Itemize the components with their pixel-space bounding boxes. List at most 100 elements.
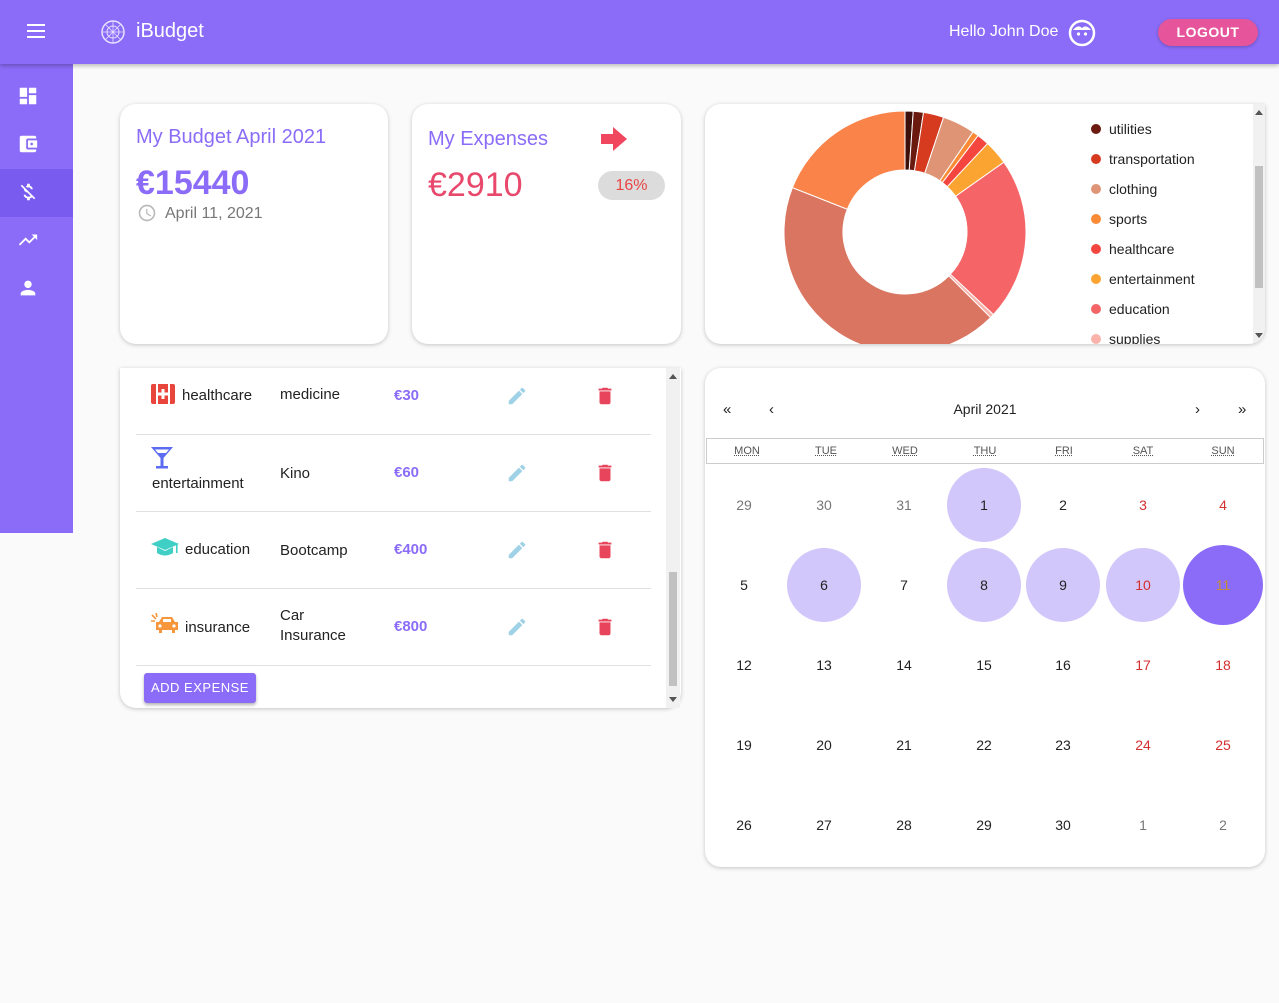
calendar-day[interactable]: 8 [947,548,1021,622]
next-year-button[interactable]: » [1238,401,1246,418]
expenses-percent-badge: 16% [598,171,665,200]
legend-scrollbar[interactable] [1253,104,1265,344]
weekday-header: MON TUE WED THU FRI SAT SUN [706,438,1264,464]
wallet-icon [19,135,38,153]
clock-icon [138,204,156,222]
legend-label: entertainment [1109,271,1195,287]
calendar-day[interactable]: 20 [787,708,861,782]
legend-item-utilities[interactable]: utilities [1091,114,1195,144]
calendar-day[interactable]: 7 [867,548,941,622]
trending-up-icon [18,234,38,246]
calendar-day[interactable]: 29 [707,468,781,542]
calendar-day[interactable]: 15 [947,628,1021,702]
scrollbar-thumb[interactable] [1255,166,1263,288]
legend-swatch [1091,214,1101,224]
calendar-day[interactable]: 28 [867,788,941,862]
calendar-day[interactable]: 3 [1106,468,1180,542]
legend-swatch [1091,304,1101,314]
calendar-day[interactable]: 11 [1183,545,1263,625]
calendar-day[interactable]: 17 [1106,628,1180,702]
scroll-up-icon[interactable] [1255,110,1263,115]
legend-item-supplies[interactable]: supplies [1091,324,1195,344]
calendar-day[interactable]: 5 [707,548,781,622]
weekday-label: FRI [1055,445,1073,457]
pie-slice-segment-10[interactable] [791,110,906,210]
calendar-day[interactable]: 14 [867,628,941,702]
nav-dashboard[interactable] [0,73,73,121]
calendar-day[interactable]: 26 [707,788,781,862]
edit-icon[interactable] [506,616,528,638]
calendar-day[interactable]: 9 [1026,548,1100,622]
add-expense-button[interactable]: ADD EXPENSE [144,673,256,703]
user-avatar-icon[interactable] [1068,19,1096,47]
calendar-day[interactable]: 12 [707,628,781,702]
prev-year-button[interactable]: « [723,401,731,418]
calendar-day[interactable]: 23 [1026,708,1100,782]
nav-profile[interactable] [0,265,73,313]
calendar-month-title[interactable]: April 2021 [705,401,1265,417]
edit-icon[interactable] [506,462,528,484]
calendar-day[interactable]: 10 [1106,548,1180,622]
weekday-label: WED [892,445,918,457]
delete-icon[interactable] [594,539,616,561]
scroll-down-icon[interactable] [669,697,677,702]
calendar-day[interactable]: 22 [947,708,1021,782]
calendar-day[interactable]: 4 [1186,468,1260,542]
expense-list-card: healthcare medicine €30 entertainment Ki… [120,368,681,708]
scrollbar-thumb[interactable] [669,572,677,686]
legend-item-clothing[interactable]: clothing [1091,174,1195,204]
legend-item-education[interactable]: education [1091,294,1195,324]
expense-amount: €60 [394,464,420,481]
nav-trends[interactable] [0,217,73,265]
weekday-label: THU [973,445,997,457]
calendar-day[interactable]: 21 [867,708,941,782]
nav-expenses[interactable] [0,169,73,217]
calendar-day[interactable]: 6 [787,548,861,622]
legend-item-transportation[interactable]: transportation [1091,144,1195,174]
donut-chart [783,110,1027,344]
calendar-day[interactable]: 19 [707,708,781,782]
calendar-day[interactable]: 13 [787,628,861,702]
calendar-day[interactable]: 31 [867,468,941,542]
menu-icon[interactable] [24,20,48,44]
calendar-day[interactable]: 18 [1186,628,1260,702]
calendar-day[interactable]: 30 [787,468,861,542]
edit-icon[interactable] [506,385,528,407]
logout-button[interactable]: LOGOUT [1158,19,1258,46]
calendar-day[interactable]: 29 [947,788,1021,862]
delete-icon[interactable] [594,385,616,407]
edit-icon[interactable] [506,539,528,561]
arrow-right-icon[interactable] [600,126,628,152]
prev-month-button[interactable]: ‹ [769,401,774,418]
calendar-day[interactable]: 27 [787,788,861,862]
legend-item-healthcare[interactable]: healthcare [1091,234,1195,264]
money-off-icon [20,183,36,201]
next-month-button[interactable]: › [1195,401,1200,418]
cocktail-icon [151,447,173,469]
calendar-day[interactable]: 2 [1186,788,1260,862]
scroll-up-icon[interactable] [669,374,677,379]
calendar-day[interactable]: 30 [1026,788,1100,862]
calendar-day[interactable]: 2 [1026,468,1100,542]
delete-icon[interactable] [594,462,616,484]
weekday-label: MON [734,445,760,457]
expense-category: entertainment [152,475,244,492]
legend-label: transportation [1109,151,1195,167]
expense-description: Bootcamp [280,542,348,559]
calendar-day[interactable]: 25 [1186,708,1260,782]
person-icon [20,280,36,296]
weekday-label: SAT [1132,445,1154,457]
expense-row: insurance Car Insurance €800 [136,589,651,666]
legend-item-sports[interactable]: sports [1091,204,1195,234]
calendar-day[interactable]: 24 [1106,708,1180,782]
expense-description: Car Insurance [280,607,346,644]
legend-item-entertainment[interactable]: entertainment [1091,264,1195,294]
delete-icon[interactable] [594,616,616,638]
calendar-day[interactable]: 1 [947,468,1021,542]
nav-wallet[interactable] [0,121,73,169]
expense-list-scrollbar[interactable] [666,368,680,708]
scroll-down-icon[interactable] [1255,333,1263,338]
calendar-day[interactable]: 1 [1106,788,1180,862]
calendar-day[interactable]: 16 [1026,628,1100,702]
legend-swatch [1091,184,1101,194]
